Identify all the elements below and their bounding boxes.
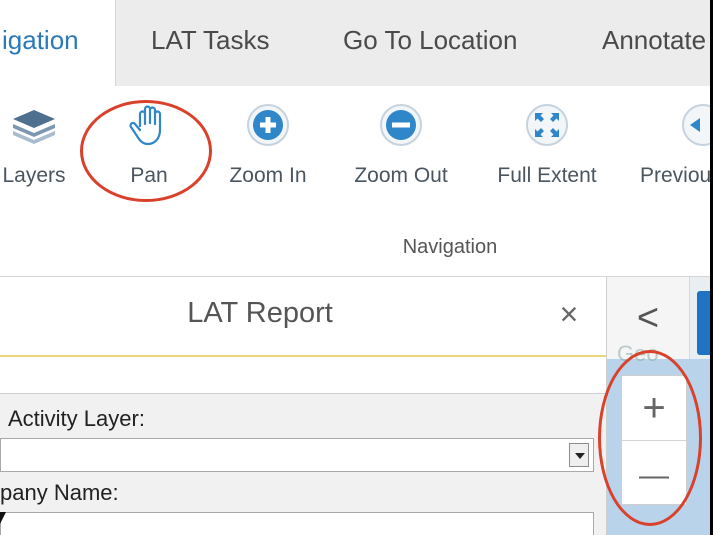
- company-name-field[interactable]: [0, 512, 594, 535]
- tab-label: Annotate: [602, 25, 707, 55]
- previous-icon: [682, 104, 710, 146]
- tab-annotate[interactable]: Annotate: [602, 0, 706, 86]
- zoom-in-label: Zoom In: [229, 164, 307, 187]
- map-zoom-control: + —: [621, 375, 687, 505]
- ribbon-navigation-group: Layers Pan Zoom In Zoom Out Full Extent …: [0, 86, 710, 277]
- app-window: igation LAT Tasks Go To Location Annotat…: [0, 0, 710, 535]
- map-label-text: Geo: [617, 341, 659, 366]
- tab-label: Go To Location: [343, 25, 518, 55]
- map-zoom-out-button[interactable]: —: [622, 440, 686, 504]
- full-extent-button[interactable]: Full Extent: [495, 86, 599, 206]
- company-name-label: pany Name:: [0, 480, 119, 505]
- previous-button[interactable]: Previou: [640, 86, 710, 206]
- plus-circle-icon: [247, 104, 289, 146]
- layers-button[interactable]: Layers: [0, 86, 84, 206]
- tab-lat-tasks[interactable]: LAT Tasks: [151, 0, 270, 86]
- tab-label: igation: [2, 25, 79, 55]
- lat-report-panel: LAT Report × Activity Layer: pany Name:: [0, 277, 606, 535]
- activity-layer-select[interactable]: [0, 438, 594, 472]
- plus-icon: +: [642, 386, 666, 430]
- close-icon[interactable]: ×: [552, 297, 586, 331]
- tab-navigation[interactable]: igation: [0, 0, 116, 86]
- tab-label: LAT Tasks: [151, 25, 270, 55]
- map-zoom-in-button[interactable]: +: [622, 376, 686, 441]
- hand-icon: [129, 105, 162, 146]
- previous-label: Previou: [640, 164, 710, 187]
- full-extent-label: Full Extent: [497, 164, 597, 187]
- pan-label: Pan: [130, 164, 168, 187]
- full-extent-icon: [526, 104, 568, 146]
- map-widget-tab[interactable]: [697, 291, 710, 355]
- activity-layer-label: Activity Layer:: [8, 406, 145, 431]
- layers-icon: [13, 110, 55, 144]
- panel-title: LAT Report: [187, 297, 333, 329]
- tab-go-to-location[interactable]: Go To Location: [343, 0, 517, 86]
- zoom-out-button[interactable]: Zoom Out: [354, 86, 448, 206]
- pan-button[interactable]: Pan: [104, 86, 194, 206]
- layers-label: Layers: [2, 164, 66, 187]
- chevron-down-icon[interactable]: [569, 443, 589, 467]
- zoom-out-label: Zoom Out: [354, 164, 448, 187]
- ribbon-tab-bar: igation LAT Tasks Go To Location Annotat…: [0, 0, 710, 87]
- minus-circle-icon: [380, 104, 422, 146]
- zoom-in-button[interactable]: Zoom In: [222, 86, 314, 206]
- map-view[interactable]: < Geo + —: [606, 277, 710, 535]
- mouse-cursor-icon: [0, 512, 6, 524]
- chevron-left-icon: <: [636, 297, 660, 339]
- ribbon-group-label: Navigation: [402, 236, 498, 258]
- panel-header: LAT Report ×: [0, 277, 606, 357]
- minus-icon: —: [639, 459, 669, 492]
- report-form: Activity Layer: pany Name:: [0, 393, 606, 535]
